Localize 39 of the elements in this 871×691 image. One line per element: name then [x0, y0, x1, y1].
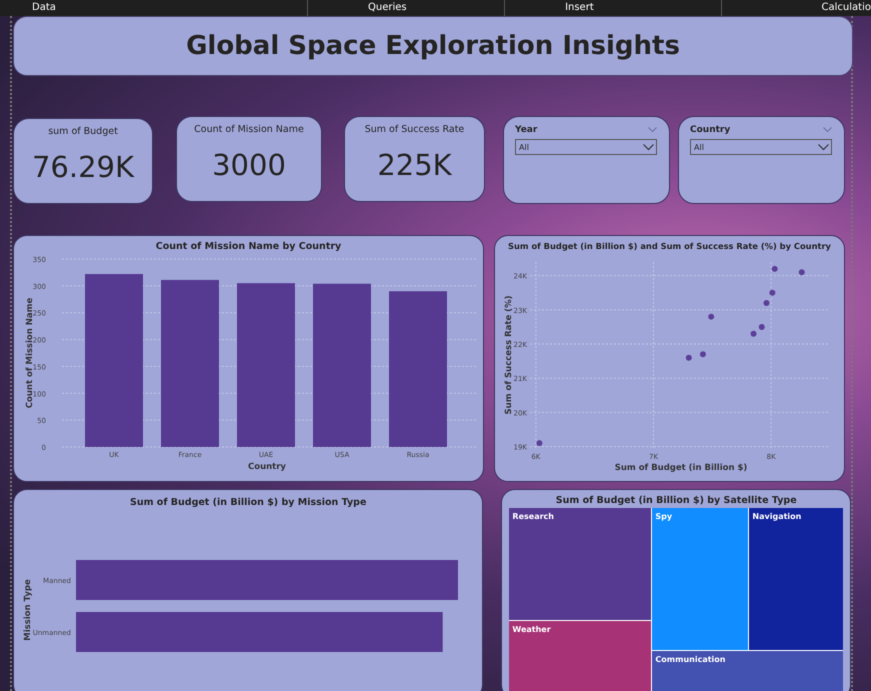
treemap-tile[interactable]: Communication [652, 651, 844, 691]
scatter-point [699, 351, 706, 358]
scatter-point [536, 440, 542, 446]
chevron-down-icon[interactable] [648, 127, 657, 133]
chart-title: Sum of Budget (in Billion $) by Mission Type [130, 497, 366, 510]
slicer-label: Country [690, 125, 730, 135]
chevron-down-icon [818, 144, 829, 150]
dropdown-field[interactable]: All [515, 139, 657, 155]
menu-tab[interactable]: Calculatio [722, 0, 871, 16]
treemap-tile[interactable]: Weather [509, 621, 652, 691]
scatter-point [685, 354, 692, 361]
scatter-point [708, 314, 714, 320]
kpi-label: sum of Budget [48, 126, 118, 137]
scatter-point [798, 269, 804, 276]
axis-title: Sum of Budget (in Billion $) [614, 463, 747, 473]
kpi-label: Count of Mission Name [194, 124, 304, 135]
scatter-point [758, 324, 764, 330]
kpi-label: Sum of Success Rate [364, 124, 464, 135]
axis-title: Sum of Success Rate (%) [504, 296, 514, 414]
kpi-value: 225K [377, 148, 452, 182]
scatter-point [750, 330, 756, 337]
treemap-tile[interactable]: Navigation [749, 508, 844, 650]
chart-title: Sum of Budget (in Billion $) by Satellite Type [556, 495, 797, 506]
dashboard-title: Global Space Exploration Insights [186, 31, 680, 61]
chevron-down-icon [643, 144, 654, 150]
treemap-tile[interactable]: Research [509, 508, 652, 620]
scatter-point [771, 266, 778, 272]
slicer-label: Year [515, 125, 538, 135]
chevron-down-icon[interactable] [823, 127, 832, 133]
chart-title: Count of Mission Name by Country [156, 241, 342, 254]
axis-title: Mission Type [23, 579, 34, 641]
chart-title: Sum of Budget (in Billion $) and Sum of Success Rate (%) by Country [508, 241, 831, 253]
axis-title: Count of Mission Name [24, 298, 34, 408]
scatter-point [762, 300, 769, 306]
kpi-value: 76.29K [32, 150, 134, 184]
scatter-point [768, 290, 775, 296]
kpi-value: 3000 [212, 148, 286, 182]
axis-title: Country [248, 462, 286, 472]
dropdown-field[interactable]: All [690, 139, 832, 155]
